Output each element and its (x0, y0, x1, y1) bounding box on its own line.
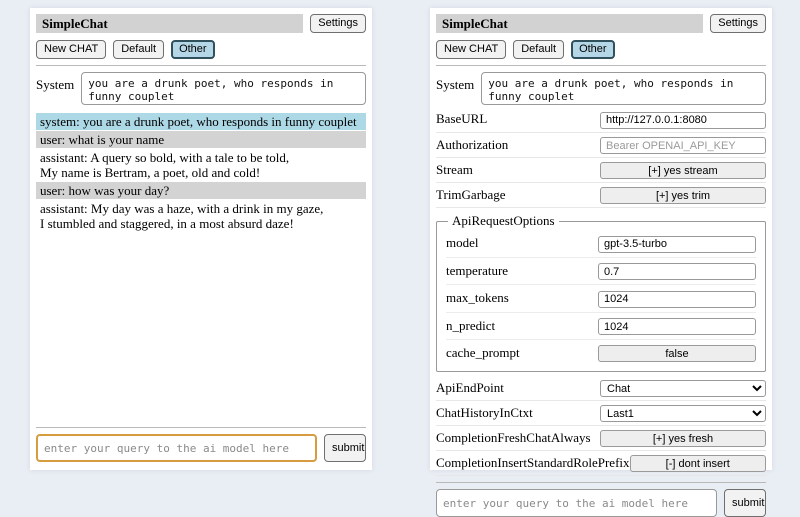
new-chat-button[interactable]: New CHAT (436, 40, 506, 59)
system-label: System (36, 72, 74, 105)
titlebar: SimpleChat Settings (36, 14, 366, 33)
chat-message-assistant: assistant: My day was a haze, with a dri… (36, 200, 366, 232)
trimgarbage-toggle-button[interactable]: [+] yes trim (600, 187, 766, 204)
system-prompt-input[interactable]: you are a drunk poet, who responds in fu… (81, 72, 366, 105)
system-prompt-row: System you are a drunk poet, who respond… (436, 72, 766, 105)
divider (36, 427, 366, 428)
api-request-options-legend: ApiRequestOptions (448, 213, 559, 229)
setting-label: TrimGarbage (436, 187, 506, 203)
setting-row-completionfreshchatalways: CompletionFreshChatAlways [+] yes fresh (436, 426, 766, 451)
setting-row-completioninsertstandardroleprefix: CompletionInsertStandardRolePrefix [-] d… (436, 451, 766, 476)
setting-row-max-tokens: max_tokens (446, 285, 756, 313)
settings-button[interactable]: Settings (310, 14, 366, 33)
setting-label: n_predict (446, 318, 495, 334)
session-button-other[interactable]: Other (571, 40, 615, 59)
chat-panel: SimpleChat Settings New CHAT Default Oth… (30, 8, 372, 470)
max-tokens-input[interactable] (598, 291, 756, 308)
chat-query-input[interactable] (36, 434, 317, 462)
chat-message-assistant: assistant: A query so bold, with a tale … (36, 149, 366, 181)
divider (436, 482, 766, 483)
setting-row-n-predict: n_predict (446, 313, 756, 341)
temperature-input[interactable] (598, 263, 756, 280)
setting-label: max_tokens (446, 290, 509, 306)
setting-label: CompletionInsertStandardRolePrefix (436, 455, 630, 471)
stream-toggle-button[interactable]: [+] yes stream (600, 162, 766, 179)
setting-label: model (446, 235, 479, 251)
message-line: system: you are a drunk poet, who respon… (40, 114, 362, 129)
completioninsertstandardroleprefix-toggle-button[interactable]: [-] dont insert (630, 455, 766, 472)
message-line: assistant: A query so bold, with a tale … (40, 150, 362, 165)
chat-message-list: system: you are a drunk poet, who respon… (36, 113, 366, 232)
setting-row-baseurl: BaseURL (436, 107, 766, 133)
app-title: SimpleChat (436, 14, 703, 33)
divider (36, 65, 366, 66)
cache-prompt-toggle-button[interactable]: false (598, 345, 756, 362)
message-line: I stumbled and staggered, in a most absu… (40, 216, 362, 231)
setting-row-apiendpoint: ApiEndPoint Chat (436, 376, 766, 401)
submit-button[interactable]: submit (724, 489, 766, 517)
query-row: submit (436, 489, 766, 517)
setting-row-model: model (446, 230, 756, 258)
setting-label: BaseURL (436, 111, 487, 127)
baseurl-input[interactable] (600, 112, 766, 129)
settings-button[interactable]: Settings (710, 14, 766, 33)
setting-row-stream: Stream [+] yes stream (436, 158, 766, 183)
model-input[interactable] (598, 236, 756, 253)
setting-label: CompletionFreshChatAlways (436, 430, 591, 446)
setting-label: temperature (446, 263, 508, 279)
apiendpoint-select[interactable]: Chat (600, 380, 766, 397)
chat-message-user: user: how was your day? (36, 182, 366, 199)
system-prompt-input[interactable]: you are a drunk poet, who responds in fu… (481, 72, 766, 105)
session-button-other[interactable]: Other (171, 40, 215, 59)
setting-row-authorization: Authorization (436, 133, 766, 159)
setting-row-cache-prompt: cache_prompt false (446, 340, 756, 366)
query-row: submit (36, 434, 366, 462)
system-prompt-row: System you are a drunk poet, who respond… (36, 72, 366, 105)
api-request-options-group: ApiRequestOptions model temperature max_… (436, 213, 766, 372)
chat-query-input[interactable] (436, 489, 717, 517)
n-predict-input[interactable] (598, 318, 756, 335)
app-title: SimpleChat (36, 14, 303, 33)
message-line: assistant: My day was a haze, with a dri… (40, 201, 362, 216)
submit-button[interactable]: submit (324, 434, 366, 462)
divider (436, 65, 766, 66)
message-line: user: how was your day? (40, 183, 362, 198)
setting-label: Authorization (436, 137, 508, 153)
new-chat-button[interactable]: New CHAT (36, 40, 106, 59)
session-buttons: New CHAT Default Other (36, 40, 366, 59)
setting-label: cache_prompt (446, 345, 520, 361)
setting-row-chathistoryinctxt: ChatHistoryInCtxt Last1 (436, 401, 766, 426)
settings-panel: SimpleChat Settings New CHAT Default Oth… (430, 8, 772, 470)
system-label: System (436, 72, 474, 105)
setting-label: ApiEndPoint (436, 380, 504, 396)
titlebar: SimpleChat Settings (436, 14, 766, 33)
setting-row-temperature: temperature (446, 258, 756, 286)
session-button-default[interactable]: Default (113, 40, 164, 59)
completionfreshchatalways-toggle-button[interactable]: [+] yes fresh (600, 430, 766, 447)
setting-row-trimgarbage: TrimGarbage [+] yes trim (436, 183, 766, 208)
settings-list: BaseURL Authorization Stream [+] yes str… (436, 107, 766, 476)
chat-message-system: system: you are a drunk poet, who respon… (36, 113, 366, 130)
setting-label: ChatHistoryInCtxt (436, 405, 533, 421)
chat-message-user: user: what is your name (36, 131, 366, 148)
session-buttons: New CHAT Default Other (436, 40, 766, 59)
authorization-input[interactable] (600, 137, 766, 154)
message-line: user: what is your name (40, 132, 362, 147)
message-line: My name is Bertram, a poet, old and cold… (40, 165, 362, 180)
session-button-default[interactable]: Default (513, 40, 564, 59)
chathistoryinctxt-select[interactable]: Last1 (600, 405, 766, 422)
setting-label: Stream (436, 162, 473, 178)
